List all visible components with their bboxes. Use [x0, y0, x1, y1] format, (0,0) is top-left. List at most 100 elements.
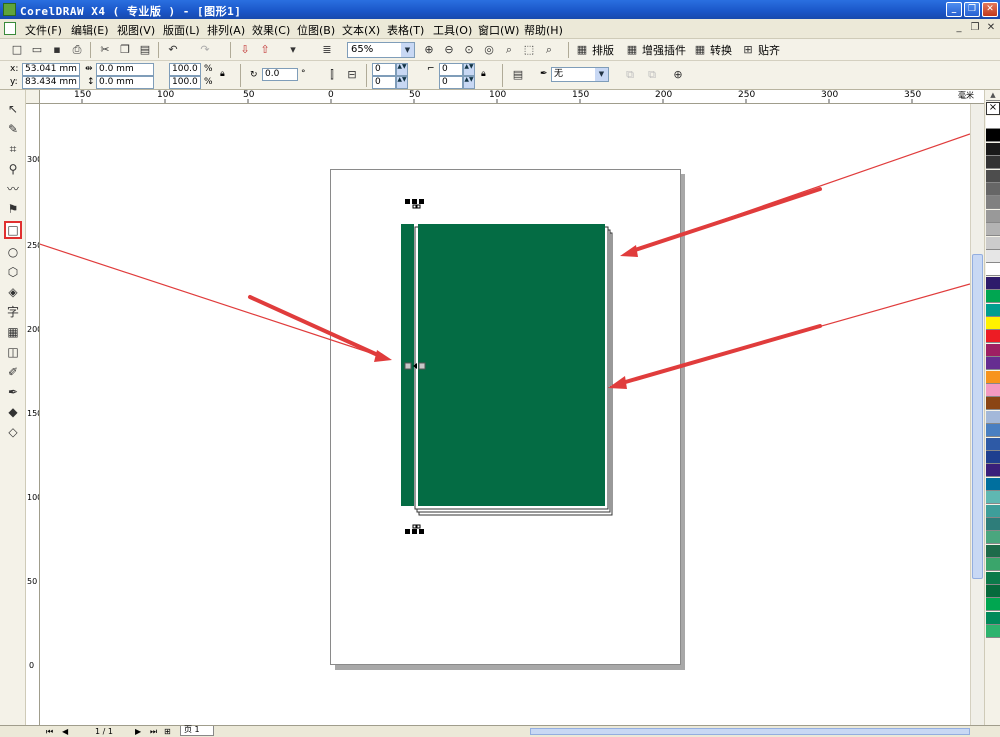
interactive-blend-tool-icon[interactable]: ◫: [4, 343, 22, 361]
x-position-field[interactable]: 53.041 mm: [22, 63, 80, 76]
corner-top-left-spinner[interactable]: ▲▼: [396, 63, 408, 76]
to-front-icon[interactable]: ⧉: [622, 67, 638, 83]
new-document-icon[interactable]: □: [9, 42, 25, 58]
book-cover[interactable]: [418, 224, 605, 506]
polygon-tool-icon[interactable]: ⬡: [4, 263, 22, 281]
paste-icon[interactable]: ▤: [137, 42, 153, 58]
color-swatch[interactable]: [986, 451, 1000, 464]
wrap-text-icon[interactable]: ▤: [510, 67, 526, 83]
color-swatch[interactable]: [986, 250, 1000, 263]
width-field[interactable]: 0.0 mm: [96, 63, 154, 76]
height-field[interactable]: 0.0 mm: [96, 76, 154, 89]
scale-x-field[interactable]: 100.0: [169, 63, 201, 76]
color-swatch[interactable]: [986, 410, 1000, 424]
export-icon[interactable]: ⇧: [257, 42, 273, 58]
color-swatch[interactable]: [986, 183, 1000, 196]
zoom-out-icon[interactable]: ⊖: [441, 42, 457, 58]
menu-bitmaps[interactable]: 位图(B): [297, 22, 335, 38]
shape-tool-icon[interactable]: ✎: [4, 120, 22, 138]
freehand-tool-icon[interactable]: 〰: [4, 180, 22, 198]
drawing-canvas[interactable]: [40, 104, 970, 725]
color-swatch[interactable]: [986, 518, 1000, 531]
interactive-fill-tool-icon[interactable]: ◇: [4, 423, 22, 441]
round-corners-lock-icon[interactable]: 🔒︎: [481, 69, 486, 80]
imposition-button[interactable]: 排版: [592, 42, 614, 58]
next-page-icon[interactable]: ▶: [135, 726, 141, 737]
zoom-selected-icon[interactable]: ⊙: [461, 42, 477, 58]
fill-tool-icon[interactable]: ◆: [4, 403, 22, 421]
color-swatch[interactable]: [986, 598, 1000, 612]
copy-icon[interactable]: ❐: [117, 42, 133, 58]
menu-effects[interactable]: 效果(C): [252, 22, 290, 38]
basic-shapes-tool-icon[interactable]: ◈: [4, 283, 22, 301]
pick-tool-icon[interactable]: ↖: [4, 100, 22, 118]
snap-icon[interactable]: ⊞: [740, 42, 756, 58]
color-swatch[interactable]: [986, 477, 1000, 491]
zoom-all-objects-icon[interactable]: ◎: [481, 42, 497, 58]
scale-y-field[interactable]: 100.0: [169, 76, 201, 89]
horizontal-scroll-thumb[interactable]: [530, 728, 970, 735]
color-swatch[interactable]: [986, 142, 1000, 156]
vertical-scrollbar[interactable]: [970, 104, 984, 725]
menu-arrange[interactable]: 排列(A): [207, 22, 245, 38]
minimize-button[interactable]: _: [946, 2, 962, 17]
menu-help[interactable]: 帮助(H): [524, 22, 563, 38]
corner-bottom-left-field[interactable]: 0: [372, 76, 396, 89]
undo-icon[interactable]: ↶: [165, 42, 181, 58]
save-icon[interactable]: ▪: [49, 42, 65, 58]
corner-top-right-spinner[interactable]: ▲▼: [463, 63, 475, 76]
color-swatch[interactable]: [986, 209, 1000, 223]
color-swatch[interactable]: [986, 491, 1000, 505]
color-swatch[interactable]: [986, 397, 1000, 411]
convert-button[interactable]: 转换: [710, 42, 732, 58]
zoom-dropdown-arrow-icon[interactable]: ▼: [401, 43, 414, 57]
menu-view[interactable]: 视图(V): [117, 22, 155, 38]
snap-button[interactable]: 贴齐: [758, 42, 780, 58]
color-swatch[interactable]: [986, 303, 1000, 317]
palette-scroll-up-icon[interactable]: ▲: [986, 92, 1000, 101]
color-swatch[interactable]: [986, 129, 1000, 143]
close-button[interactable]: ✕: [982, 2, 998, 17]
color-swatch[interactable]: [986, 317, 1000, 330]
zoom-tool-icon[interactable]: ⚲: [4, 160, 22, 178]
color-swatch[interactable]: [986, 571, 1000, 585]
vertical-scroll-thumb[interactable]: [972, 254, 983, 579]
outline-width-select[interactable]: 无 ▼: [551, 67, 609, 82]
color-swatch[interactable]: [986, 585, 1000, 598]
mdi-restore-button[interactable]: ❐: [969, 23, 981, 34]
vertical-ruler[interactable]: 300 250 200 150 100 50 0: [26, 104, 40, 725]
color-swatch[interactable]: [986, 223, 1000, 237]
color-swatch[interactable]: [986, 531, 1000, 545]
first-page-icon[interactable]: ⏮: [46, 726, 53, 737]
color-swatch[interactable]: [986, 116, 1000, 129]
mdi-close-button[interactable]: ✕: [985, 23, 997, 34]
menu-window[interactable]: 窗口(W): [478, 22, 519, 38]
color-swatch[interactable]: [986, 464, 1000, 478]
color-swatch[interactable]: [986, 504, 1000, 518]
color-swatch[interactable]: [986, 196, 1000, 210]
enhanced-plugin-icon[interactable]: ▦: [624, 42, 640, 58]
menu-table[interactable]: 表格(T): [387, 22, 424, 38]
color-swatch[interactable]: [986, 384, 1000, 397]
application-launcher-icon[interactable]: ▾: [285, 42, 301, 58]
zoom-page-width-icon[interactable]: ⬚: [521, 42, 537, 58]
corner-bottom-left-spinner[interactable]: ▲▼: [396, 76, 408, 89]
rectangle-tool-icon[interactable]: □: [4, 221, 22, 239]
rotation-field[interactable]: 0.0: [262, 68, 298, 81]
open-folder-icon[interactable]: ▭: [29, 42, 45, 58]
selection-handles-bottom[interactable]: [405, 524, 424, 534]
color-swatch[interactable]: [986, 558, 1000, 572]
zoom-in-icon[interactable]: ⊕: [421, 42, 437, 58]
print-icon[interactable]: ⎙: [69, 42, 85, 58]
color-swatch[interactable]: [986, 156, 1000, 170]
previous-page-icon[interactable]: ◀: [62, 726, 68, 737]
color-swatch[interactable]: [986, 330, 1000, 344]
menu-file[interactable]: 文件(F): [25, 22, 62, 38]
zoom-level-select[interactable]: 65% ▼: [347, 42, 415, 58]
redo-icon[interactable]: ↷: [197, 42, 213, 58]
convert-to-curves-icon[interactable]: ⊕: [670, 67, 686, 83]
import-icon[interactable]: ⇩: [237, 42, 253, 58]
color-swatch[interactable]: [986, 263, 1000, 277]
crop-tool-icon[interactable]: ⌗: [4, 140, 22, 158]
color-swatch[interactable]: [986, 290, 1000, 304]
